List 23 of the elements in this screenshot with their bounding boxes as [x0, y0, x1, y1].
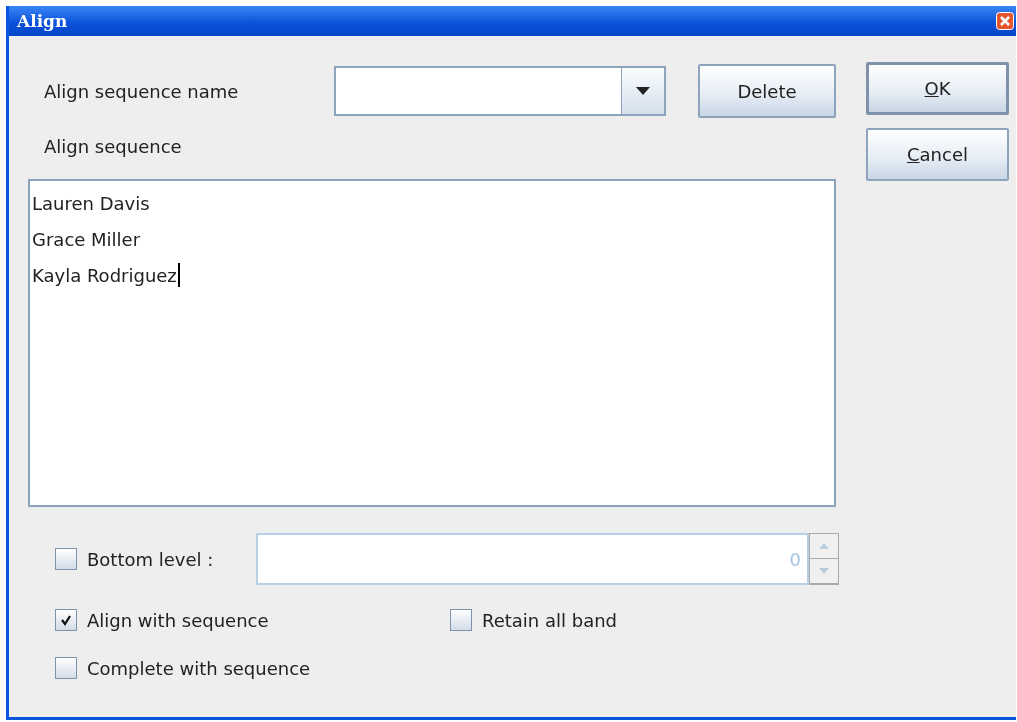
down-arrow-icon — [819, 568, 829, 574]
text-line: Kayla Rodriguez — [32, 264, 177, 286]
dropdown-button[interactable] — [621, 68, 664, 114]
field-label: Align sequence name — [43, 80, 240, 102]
checkbox-label: Align with sequence — [87, 609, 269, 631]
field-label: Align sequence — [44, 136, 183, 157]
checkbox-label: Retain all band — [482, 609, 618, 631]
text-line: Lauren Davis — [32, 192, 150, 214]
delete-button[interactable]: Delete — [698, 64, 836, 118]
close-icon[interactable] — [996, 12, 1014, 30]
text-line: Grace Miller — [32, 228, 141, 250]
checkbox[interactable] — [55, 657, 77, 679]
caret-icon — [636, 87, 650, 95]
checkbox[interactable] — [55, 609, 77, 631]
check-icon — [60, 614, 72, 626]
cancel-button[interactable]: Cancel — [866, 128, 1009, 181]
checkbox-label: Complete with sequence — [87, 657, 311, 679]
checkbox-label: Bottom level : — [87, 548, 214, 570]
window-title: Align — [17, 11, 68, 31]
checkbox[interactable] — [450, 609, 472, 631]
ok-button[interactable]: OK — [866, 62, 1009, 115]
up-arrow-icon — [819, 543, 829, 549]
sequence-text-area[interactable]: Lauren Davis Grace Miller Kayla Rodriguez — [28, 179, 836, 507]
